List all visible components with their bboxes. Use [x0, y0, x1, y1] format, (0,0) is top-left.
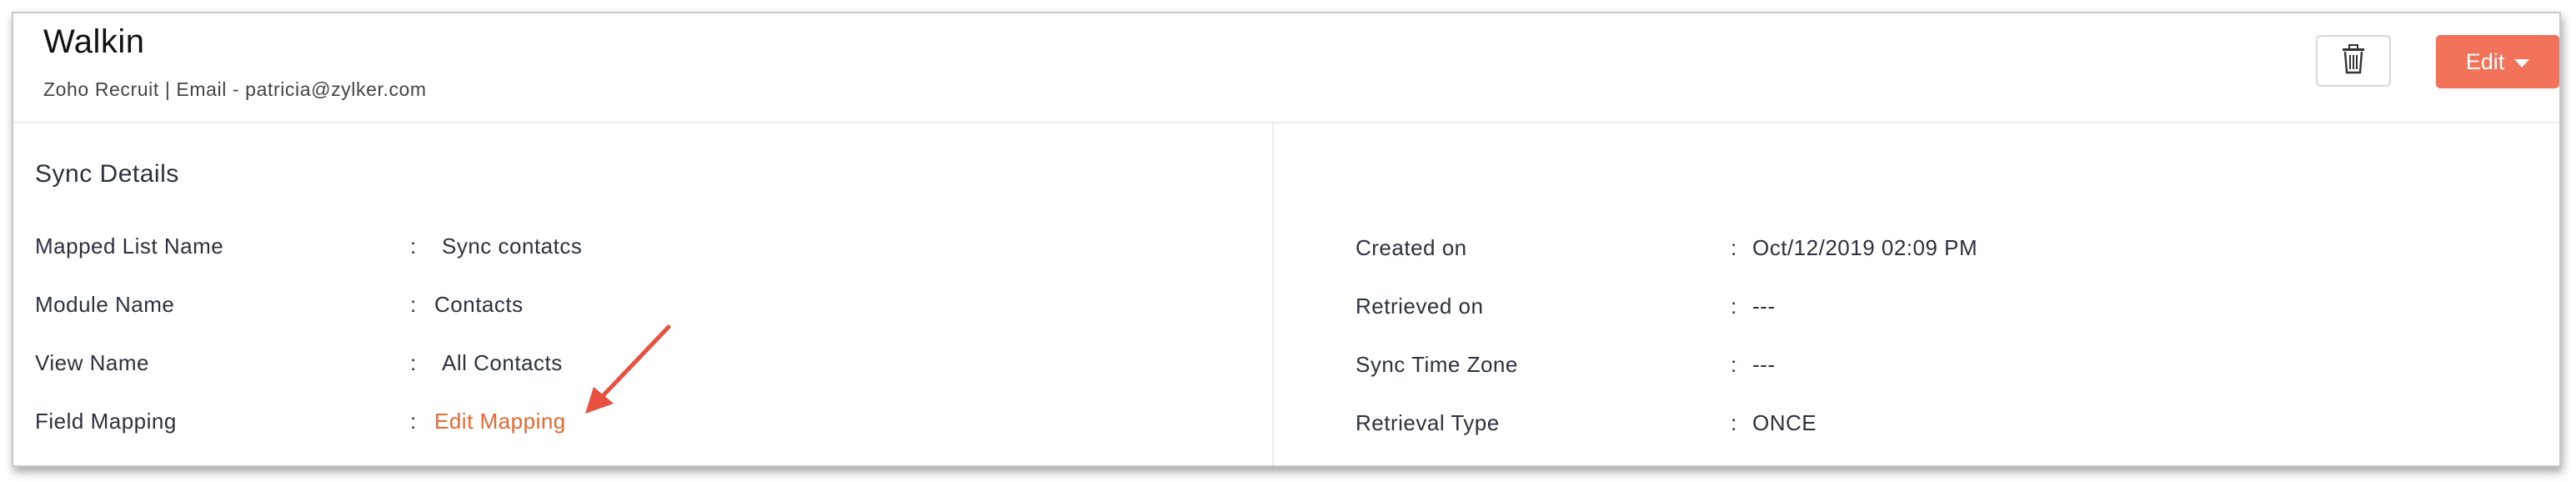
- row-label: Field Mapping: [35, 409, 177, 434]
- delete-button[interactable]: [2316, 35, 2391, 87]
- row-colon: :: [410, 292, 417, 317]
- edit-dropdown-button[interactable]: Edit: [2436, 35, 2559, 88]
- row-value: ---: [1752, 294, 1776, 319]
- caret-down-icon: [2514, 59, 2530, 68]
- section-title: Sync Details: [35, 160, 179, 188]
- row-label: Retrieval Type: [1356, 410, 1500, 435]
- row-label: View Name: [35, 350, 149, 375]
- row-colon: :: [410, 233, 417, 259]
- page-title: Walkin: [43, 23, 145, 60]
- row-value: ONCE: [1752, 410, 1817, 435]
- panel-header: Walkin Zoho Recruit | Email - patricia@z…: [13, 13, 2559, 123]
- page-subtitle: Zoho Recruit | Email - patricia@zylker.c…: [43, 78, 427, 100]
- column-divider: [1272, 123, 1274, 465]
- row-label: Module Name: [35, 292, 175, 317]
- edit-mapping-link[interactable]: Edit Mapping: [434, 409, 566, 434]
- row-colon: :: [410, 350, 417, 375]
- row-value: Contacts: [434, 292, 524, 317]
- row-label: Created on: [1356, 235, 1467, 260]
- row-label: Mapped List Name: [35, 233, 224, 259]
- row-value: Oct/12/2019 02:09 PM: [1752, 235, 1978, 260]
- row-colon: :: [1731, 410, 1737, 435]
- row-colon: :: [410, 409, 417, 434]
- row-label: Sync Time Zone: [1356, 352, 1518, 377]
- annotation-arrow: [585, 324, 671, 414]
- row-colon: :: [1731, 352, 1737, 377]
- row-label: Retrieved on: [1356, 294, 1484, 319]
- edit-button-label: Edit: [2465, 48, 2505, 74]
- row-value: Sync contatcs: [442, 233, 583, 259]
- sync-details-panel: Walkin Zoho Recruit | Email - patricia@z…: [12, 12, 2561, 467]
- row-value: All Contacts: [442, 350, 563, 375]
- row-colon: :: [1731, 294, 1737, 319]
- row-colon: :: [1731, 235, 1737, 260]
- row-value: ---: [1752, 352, 1776, 377]
- trash-icon: [2342, 43, 2365, 78]
